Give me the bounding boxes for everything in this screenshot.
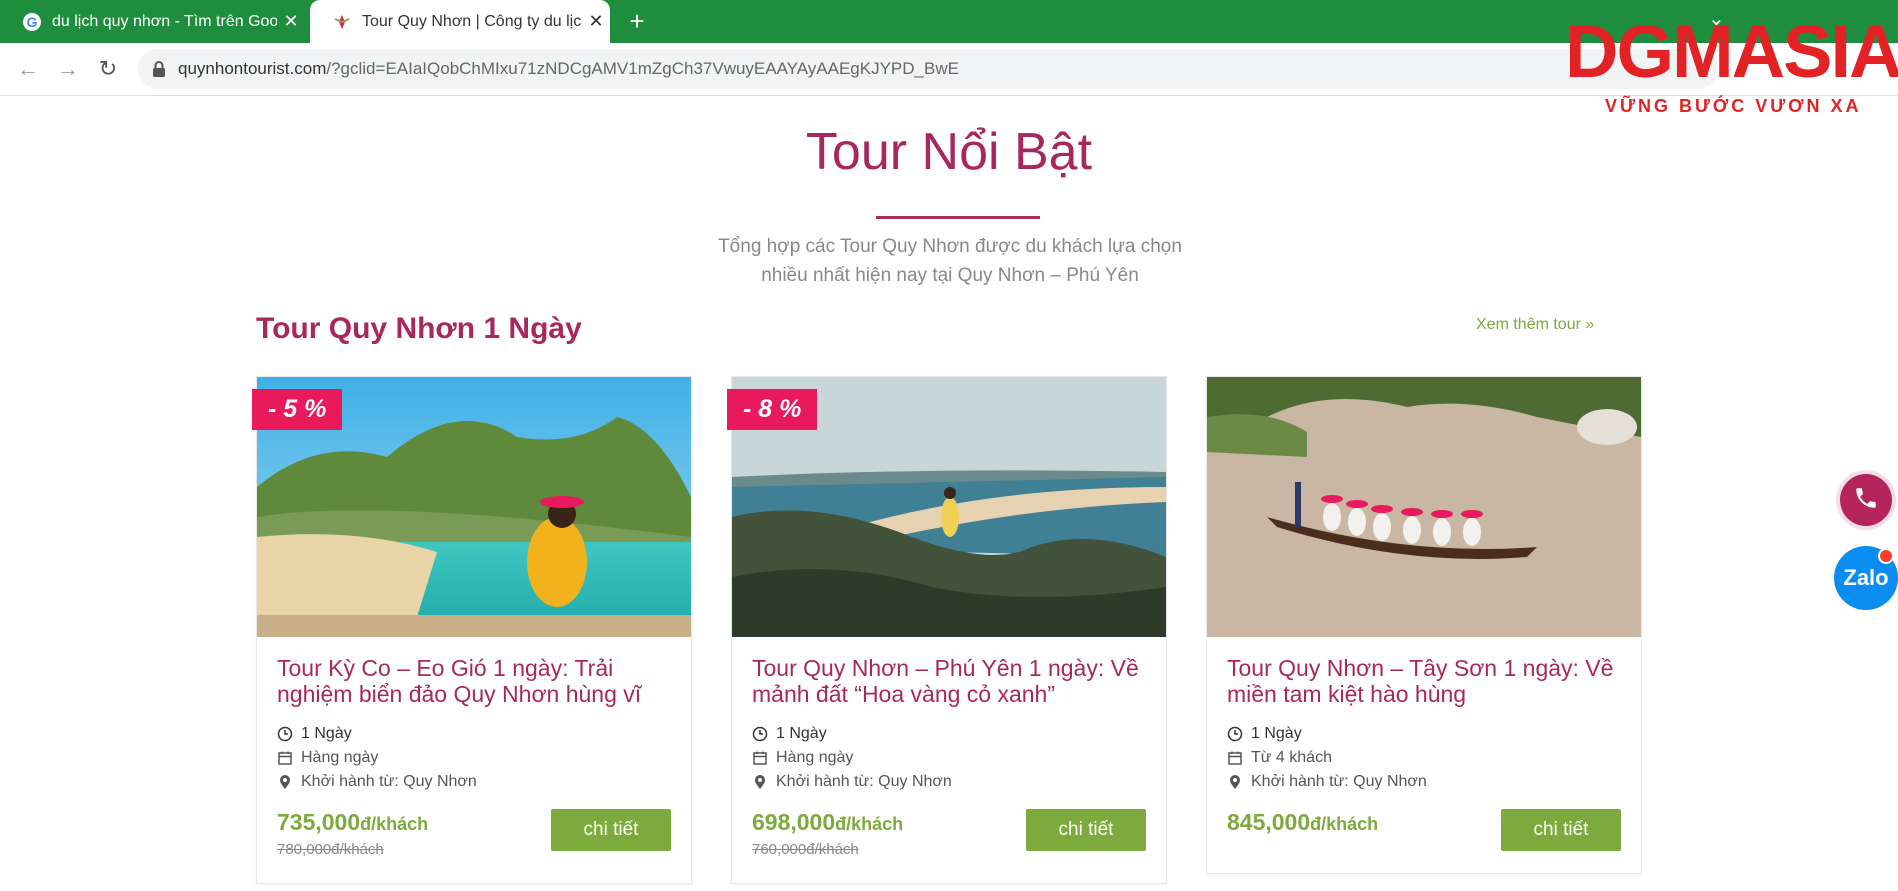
duration-text: 1 Ngày <box>776 725 827 742</box>
svg-text:G: G <box>27 14 38 30</box>
section-subtitle: Tổng hợp các Tour Quy Nhơn được du khách… <box>650 232 1250 290</box>
google-icon: G <box>22 12 42 32</box>
tab-title: du lịch quy nhơn - Tìm trên Goo <box>52 12 277 30</box>
subtitle-line-1: Tổng hợp các Tour Quy Nhơn được du khách… <box>718 236 1182 257</box>
price-value: 698,000 <box>752 809 836 835</box>
departure-row: Khởi hành từ: Quy Nhơn <box>1227 773 1427 791</box>
section-title: Tour Nổi Bật <box>805 123 1093 181</box>
tab-quynhon-tourist[interactable]: Tour Quy Nhơn | Công ty du lịch ✕ <box>310 0 610 43</box>
phone-icon <box>1853 485 1879 516</box>
tab-google-search[interactable]: G du lịch quy nhơn - Tìm trên Goo ✕ <box>0 0 305 43</box>
zalo-chat-button[interactable]: Zalo <box>1834 546 1898 610</box>
calendar-icon <box>752 750 768 766</box>
brand-watermark-logo: DGMASIA VỮNG BƯỚC VƯƠN XA <box>1565 10 1898 122</box>
duration-row: 1 Ngày <box>1227 725 1302 743</box>
forward-arrow-icon[interactable]: → <box>54 55 82 83</box>
tour-name-link[interactable]: Tour Quy Nhơn – Tây Sơn 1 ngày: Về miền … <box>1227 655 1627 707</box>
tab-title: Tour Quy Nhơn | Công ty du lịch <box>362 12 582 30</box>
schedule-text: Hàng ngày <box>301 749 379 766</box>
notification-dot <box>1878 548 1894 564</box>
schedule-row: Hàng ngày <box>752 749 853 767</box>
detail-button[interactable]: chi tiết <box>1501 809 1621 851</box>
tour-image[interactable] <box>1207 377 1641 637</box>
zalo-label: Zalo <box>1843 565 1889 590</box>
close-icon[interactable]: ✕ <box>277 11 305 32</box>
duration-text: 1 Ngày <box>301 725 352 742</box>
departure-text: Khởi hành từ: Quy Nhơn <box>1251 773 1427 790</box>
url-path: /?gclid=EAIaIQobChMIxu71zNDCgAMV1mZgCh37… <box>326 59 959 78</box>
lock-icon <box>152 61 166 77</box>
tour-card[interactable]: - 8 % Tour Quy Nhơn – Phú Yên 1 ngày: Về… <box>727 376 1167 884</box>
duration-row: 1 Ngày <box>752 725 827 743</box>
clock-icon <box>277 726 293 742</box>
detail-button[interactable]: chi tiết <box>551 809 671 851</box>
duration-text: 1 Ngày <box>1251 725 1302 742</box>
site-icon <box>332 12 352 32</box>
calendar-icon <box>277 750 293 766</box>
departure-row: Khởi hành từ: Quy Nhơn <box>277 773 477 791</box>
price-unit: đ/khách <box>1310 814 1379 834</box>
calendar-icon <box>1227 750 1243 766</box>
map-pin-icon <box>277 774 293 790</box>
category-title: Tour Quy Nhơn 1 Ngày <box>256 312 582 345</box>
tour-name-link[interactable]: Tour Kỳ Co – Eo Gió 1 ngày: Trải nghiệm … <box>277 655 677 707</box>
price-value: 735,000 <box>277 809 361 835</box>
map-pin-icon <box>752 774 768 790</box>
schedule-text: Hàng ngày <box>776 749 854 766</box>
detail-button[interactable]: chi tiết <box>1026 809 1146 851</box>
discount-badge: - 5 % <box>252 389 343 430</box>
discount-badge: - 8 % <box>727 389 818 430</box>
schedule-row: Hàng ngày <box>277 749 378 767</box>
schedule-row: Từ 4 khách <box>1227 749 1332 767</box>
tour-name-link[interactable]: Tour Quy Nhơn – Phú Yên 1 ngày: Về mảnh … <box>752 655 1152 707</box>
title-divider <box>876 216 1040 219</box>
departure-text: Khởi hành từ: Quy Nhơn <box>776 773 952 790</box>
price-unit: đ/khách <box>835 814 904 834</box>
schedule-text: Từ 4 khách <box>1251 749 1332 766</box>
new-tab-button[interactable]: + <box>622 6 652 36</box>
reload-icon[interactable]: ↻ <box>94 55 122 83</box>
url-host: quynhontourist.com <box>178 59 327 78</box>
duration-row: 1 Ngày <box>277 725 352 743</box>
tour-card[interactable]: Tour Quy Nhơn – Tây Sơn 1 ngày: Về miền … <box>1206 376 1642 874</box>
url-text: quynhontourist.com/?gclid=EAIaIQobChMIxu… <box>178 59 959 79</box>
old-price: 760,000đ/khách <box>752 841 859 858</box>
price: 845,000đ/khách <box>1227 809 1378 836</box>
tour-card[interactable]: - 5 % Tour Kỳ Co – Eo Gió 1 ngày: Trải n… <box>252 376 692 884</box>
back-arrow-icon[interactable]: ← <box>14 55 42 83</box>
clock-icon <box>1227 726 1243 742</box>
address-bar[interactable]: quynhontourist.com/?gclid=EAIaIQobChMIxu… <box>138 49 1718 89</box>
map-pin-icon <box>1227 774 1243 790</box>
clock-icon <box>752 726 768 742</box>
subtitle-line-2: nhiều nhất hiện nay tại Quy Nhơn – Phú Y… <box>761 265 1139 286</box>
departure-row: Khởi hành từ: Quy Nhơn <box>752 773 952 791</box>
old-price: 780,000đ/khách <box>277 841 384 858</box>
close-icon[interactable]: ✕ <box>582 11 610 32</box>
price-value: 845,000 <box>1227 809 1311 835</box>
price-unit: đ/khách <box>360 814 429 834</box>
price: 735,000đ/khách <box>277 809 428 836</box>
phone-call-button[interactable] <box>1840 474 1892 526</box>
logo-tagline: VỮNG BƯỚC VƯƠN XA <box>1605 96 1862 116</box>
logo-brand-text: DGMASIA <box>1565 10 1898 93</box>
departure-text: Khởi hành từ: Quy Nhơn <box>301 773 477 790</box>
see-more-link[interactable]: Xem thêm tour » <box>1476 316 1594 334</box>
price: 698,000đ/khách <box>752 809 903 836</box>
